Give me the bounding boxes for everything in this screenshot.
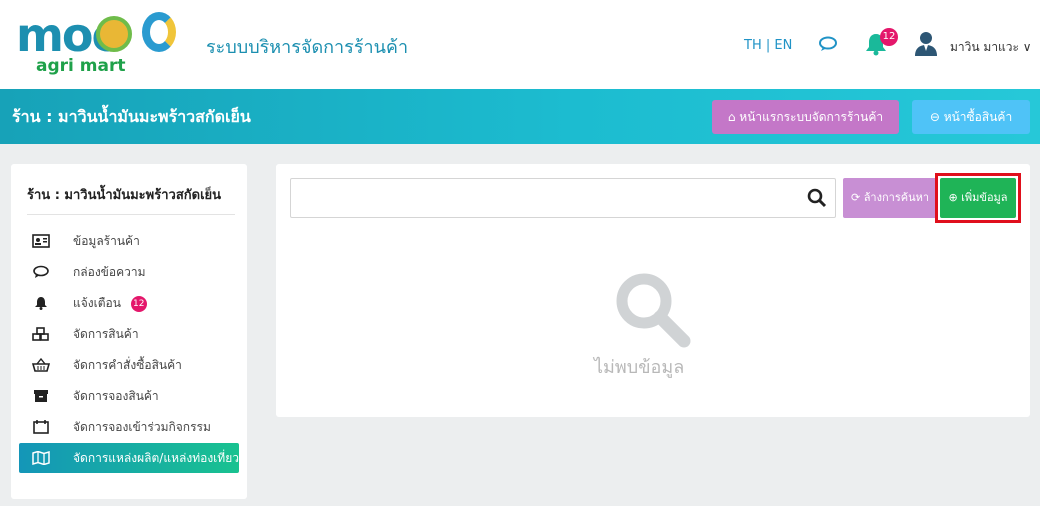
sidebar-item-label: จัดการสินค้า — [73, 327, 139, 341]
sidebar: ร้าน : มาวินน้ำมันมะพร้าวสกัดเย็น ข้อมูล… — [11, 164, 247, 499]
sidebar-item-store-info[interactable]: ข้อมูลร้านค้า — [19, 226, 239, 256]
shop-title: ร้าน : มาวินน้ำมันมะพร้าวสกัดเย็น — [12, 107, 251, 126]
logo-leaf-icon — [142, 12, 176, 52]
logo-seal-icon — [96, 16, 132, 52]
sidebar-item-products[interactable]: จัดการสินค้า — [19, 319, 239, 349]
sidebar-item-label: จัดการคำสั่งซื้อสินค้า — [73, 358, 182, 372]
sidebar-item-label: จัดการจองเข้าร่วมกิจกรรม — [73, 420, 211, 434]
sidebar-item-messages[interactable]: กล่องข้อความ — [19, 257, 239, 287]
basket-icon — [32, 358, 50, 372]
sidebar-item-label: กล่องข้อความ — [73, 265, 146, 279]
sidebar-item-label: จัดการแหล่งผลิต/แหล่งท่องเที่ยว — [73, 451, 239, 465]
sidebar-item-label: ข้อมูลร้านค้า — [73, 234, 140, 248]
chat-icon[interactable] — [818, 36, 840, 52]
refresh-icon: ⟳ — [850, 191, 864, 204]
search-icon[interactable] — [807, 188, 827, 208]
basket-icon: ⊖ — [929, 110, 944, 124]
notification-count-badge: 12 — [880, 28, 898, 46]
language-switch[interactable]: TH | EN — [744, 38, 792, 53]
calendar-icon — [33, 420, 49, 434]
shop-bar: ร้าน : มาวินน้ำมันมะพร้าวสกัดเย็น ⌂ หน้า… — [0, 89, 1040, 144]
add-data-label: เพิ่มข้อมูล — [961, 191, 1008, 204]
add-data-button[interactable]: ⊕ เพิ่มข้อมูล — [940, 178, 1016, 218]
sidebar-divider — [27, 214, 235, 215]
buy-page-label: หน้าซื้อสินค้า — [943, 110, 1013, 124]
top-header: moc agri mart ระบบบริหารจัดการร้านค้า TH… — [0, 0, 1040, 89]
buy-page-button[interactable]: ⊖ หน้าซื้อสินค้า — [912, 100, 1030, 134]
map-icon — [32, 451, 50, 465]
chat-icon — [33, 265, 49, 278]
id-card-icon — [32, 234, 50, 248]
sidebar-item-notifications[interactable]: แจ้งเตือน 12 — [19, 288, 239, 318]
sidebar-item-label: จัดการจองสินค้า — [73, 389, 159, 403]
clear-search-label: ล้างการค้นหา — [863, 191, 930, 204]
app-title: ระบบบริหารจัดการร้านค้า — [206, 37, 409, 58]
user-menu[interactable]: มาวิน มาแวะ ∨ — [950, 38, 1032, 57]
moc-agri-mart-logo[interactable]: moc agri mart — [16, 10, 176, 80]
logo-agri-mart-text: agri mart — [36, 56, 126, 76]
sidebar-item-production-sites[interactable]: จัดการแหล่งผลิต/แหล่งท่องเที่ยว — [19, 443, 239, 473]
sidebar-item-events[interactable]: จัดการจองเข้าร่วมกิจกรรม — [19, 412, 239, 442]
clear-search-button[interactable]: ⟳ ล้างการค้นหา — [843, 178, 937, 218]
shop-home-label: หน้าแรกระบบจัดการร้านค้า — [739, 110, 884, 124]
sidebar-item-orders[interactable]: จัดการคำสั่งซื้อสินค้า — [19, 350, 239, 380]
search-input[interactable] — [290, 178, 836, 218]
shop-home-button[interactable]: ⌂ หน้าแรกระบบจัดการร้านค้า — [712, 100, 899, 134]
main-panel: ⟳ ล้างการค้นหา ⊕ เพิ่มข้อมูล ไม่พบข้อมูล — [276, 164, 1030, 417]
sidebar-item-label: แจ้งเตือน — [73, 296, 121, 310]
sidebar-item-reservations[interactable]: จัดการจองสินค้า — [19, 381, 239, 411]
bell-icon — [35, 297, 47, 310]
empty-search-icon — [616, 273, 691, 348]
home-icon: ⌂ — [727, 110, 740, 124]
sidebar-title: ร้าน : มาวินน้ำมันมะพร้าวสกัดเย็น — [27, 188, 222, 203]
archive-icon — [34, 390, 48, 402]
empty-state-text: ไม่พบข้อมูล — [594, 357, 685, 378]
user-avatar-icon[interactable] — [913, 30, 939, 56]
plus-circle-icon: ⊕ — [948, 191, 962, 204]
cubes-icon — [32, 327, 49, 341]
sidebar-notification-badge: 12 — [130, 295, 147, 312]
